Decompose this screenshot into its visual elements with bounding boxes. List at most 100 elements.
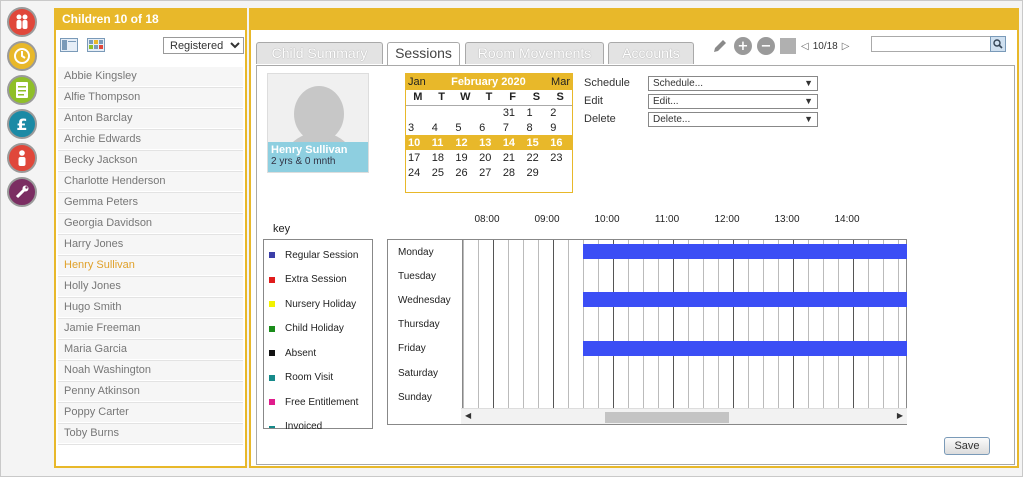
children-list: Abbie Kingsley Alfie Thompson Anton Barcla… xyxy=(58,67,243,445)
next-arrow-icon[interactable]: ▷ xyxy=(842,41,850,52)
grid-line xyxy=(568,240,569,408)
tab-room-movements[interactable]: Room Movements xyxy=(465,42,604,64)
calendar-day[interactable]: 28 xyxy=(501,165,525,180)
key-label: Invoiced xyxy=(285,421,323,433)
session-bar-monday[interactable] xyxy=(583,244,907,259)
calendar-day[interactable]: 9 xyxy=(548,120,572,135)
settings-icon[interactable] xyxy=(7,177,37,207)
child-list-item[interactable]: Henry Sullivan xyxy=(58,256,243,276)
calendar-day[interactable]: 20 xyxy=(477,150,501,165)
remove-icon[interactable]: − xyxy=(757,37,775,55)
pencil-icon[interactable] xyxy=(711,37,729,55)
child-list-item[interactable]: Maria Garcia xyxy=(58,340,243,360)
calendar-day[interactable]: 6 xyxy=(477,120,501,135)
calendar-day[interactable]: 2 xyxy=(548,105,572,120)
action-dropdown-schedule[interactable]: Schedule... xyxy=(648,75,818,91)
session-bar-wednesday[interactable] xyxy=(583,292,907,308)
calendar-day[interactable]: 11 xyxy=(429,135,454,150)
calendar-day[interactable]: 24 xyxy=(406,165,430,180)
key-legend: Regular Session Extra Session Nursery Holi… xyxy=(263,239,373,433)
key-label: Regular Session xyxy=(285,249,359,261)
notes-icon[interactable] xyxy=(7,75,37,105)
calendar-day[interactable]: 26 xyxy=(453,165,477,180)
list-view-icon[interactable] xyxy=(60,38,78,52)
child-list-item[interactable]: Hugo Smith xyxy=(58,298,243,318)
sessions-icon[interactable] xyxy=(7,41,37,71)
calendar-day[interactable]: 21 xyxy=(501,150,525,165)
child-list-item[interactable]: Poppy Carter xyxy=(58,403,243,423)
calendar-day[interactable]: 17 xyxy=(406,150,430,165)
calendar-day[interactable]: 13 xyxy=(477,135,501,150)
grid-view-icon[interactable] xyxy=(87,38,105,52)
calendar-day[interactable]: 25 xyxy=(430,165,454,180)
grid-line xyxy=(808,240,809,408)
search-icon[interactable] xyxy=(990,36,1006,52)
scroll-left-arrow-icon[interactable]: ◀ xyxy=(465,411,471,420)
calendar-day[interactable]: 19 xyxy=(453,150,477,165)
session-bar-friday[interactable] xyxy=(583,340,907,356)
calendar-weekday-row: MTWTFSS xyxy=(406,90,572,106)
calendar-day[interactable]: 31 xyxy=(501,105,525,120)
calendar-prev-month[interactable]: Jan xyxy=(408,76,426,88)
calendar-day[interactable]: 18 xyxy=(430,150,454,165)
child-list-item[interactable]: Jamie Freeman xyxy=(58,319,243,339)
calendar-day[interactable]: 14 xyxy=(500,135,525,150)
grid-line xyxy=(478,240,479,408)
child-list-item[interactable]: Abbie Kingsley xyxy=(58,67,243,87)
calendar-day[interactable]: 29 xyxy=(525,165,549,180)
child-list-item[interactable]: Becky Jackson xyxy=(58,151,243,171)
child-list-item[interactable]: Penny Atkinson xyxy=(58,382,243,402)
calendar-day[interactable]: 15 xyxy=(524,135,549,150)
calendar-day[interactable]: 3 xyxy=(406,120,430,135)
scroll-thumb[interactable] xyxy=(605,412,729,423)
child-list-item[interactable]: Holly Jones xyxy=(58,277,243,297)
search-input[interactable] xyxy=(871,36,1006,52)
calendar-day[interactable]: 1 xyxy=(525,105,549,120)
child-list-item[interactable]: Harry Jones xyxy=(58,235,243,255)
tab-child-summary[interactable]: Child Summary xyxy=(256,42,383,64)
calendar-next-month[interactable]: Mar xyxy=(551,76,570,88)
prev-arrow-icon[interactable]: ◁ xyxy=(801,41,809,52)
schedule-scrollbar[interactable]: ◀ ▶ xyxy=(461,408,907,424)
grid-line xyxy=(883,240,884,408)
session-actions: ScheduleSchedule...EditEdit...DeleteDele… xyxy=(584,74,818,128)
tab-accounts[interactable]: Accounts xyxy=(608,42,694,64)
child-list-item[interactable]: Charlotte Henderson xyxy=(58,172,243,192)
calendar-day[interactable]: 22 xyxy=(525,150,549,165)
add-icon[interactable]: + xyxy=(734,37,752,55)
key-swatch xyxy=(269,374,275,381)
staff-icon[interactable] xyxy=(7,143,37,173)
calendar-weekday: T xyxy=(477,90,501,106)
tab-sessions[interactable]: Sessions xyxy=(387,42,460,65)
scroll-right-arrow-icon[interactable]: ▶ xyxy=(897,411,903,420)
finance-icon[interactable]: £ xyxy=(7,109,37,139)
calendar-day[interactable]: 27 xyxy=(477,165,501,180)
child-list-item[interactable]: Toby Burns xyxy=(58,424,243,444)
calendar-day[interactable]: 23 xyxy=(548,150,572,165)
calendar-grid: M T W T F S S 31 1 2 3 4 5 6 7 8 9 10 11 12 13 14 15 16 17 18 19 20… xyxy=(406,90,572,180)
child-list-item[interactable]: Noah Washington xyxy=(58,361,243,381)
child-list-item[interactable]: Anton Barclay xyxy=(58,109,243,129)
calendar-day[interactable]: 7 xyxy=(501,120,525,135)
child-list-item[interactable]: Alfie Thompson xyxy=(58,88,243,108)
family-icon[interactable] xyxy=(7,7,37,37)
calendar-day[interactable]: 5 xyxy=(453,120,477,135)
calendar-day[interactable]: 4 xyxy=(430,120,454,135)
calendar-day[interactable]: 12 xyxy=(453,135,478,150)
save-button[interactable]: Save xyxy=(944,437,990,455)
children-filter-select[interactable]: Registered xyxy=(163,37,244,54)
key-item: Regular Session xyxy=(264,243,372,268)
child-list-item[interactable]: Georgia Davidson xyxy=(58,214,243,234)
action-row-edit: Edit Edit... xyxy=(584,92,818,110)
calendar-day[interactable]: 10 xyxy=(406,135,430,150)
action-dropdown-delete[interactable]: Delete... xyxy=(648,111,818,127)
export-icon[interactable] xyxy=(780,38,796,54)
key-title: key xyxy=(273,223,291,235)
action-dropdown-edit[interactable]: Edit... xyxy=(648,93,818,109)
calendar-day[interactable]: 16 xyxy=(548,135,572,150)
calendar-day[interactable]: 8 xyxy=(525,120,549,135)
calendar-week-row: 3456789 xyxy=(406,120,572,135)
schedule-day-label: Friday xyxy=(398,343,426,355)
child-list-item[interactable]: Gemma Peters xyxy=(58,193,243,213)
child-list-item[interactable]: Archie Edwards xyxy=(58,130,243,150)
